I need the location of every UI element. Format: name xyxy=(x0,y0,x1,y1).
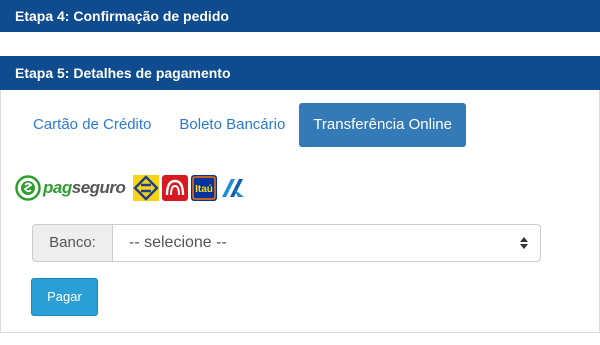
pay-button[interactable]: Pagar xyxy=(31,278,98,316)
bradesco-icon xyxy=(162,175,189,201)
step-4-header: Etapa 4: Confirmação de pedido xyxy=(0,0,600,32)
step-5-title: Etapa 5: Detalhes de pagamento xyxy=(15,65,231,81)
pagseguro-icon xyxy=(15,175,41,201)
payment-method-tabs: Cartão de Crédito Boleto Bancário Transf… xyxy=(19,103,466,147)
pagseguro-wordmark: pagseguro xyxy=(43,178,126,197)
payment-panel: Cartão de Crédito Boleto Bancário Transf… xyxy=(0,90,600,333)
itau-logo[interactable]: Itaú xyxy=(191,175,218,201)
banco-do-brasil-icon xyxy=(133,175,160,201)
payment-logos: pagseguro Itaú xyxy=(15,174,249,202)
tab-online-transfer[interactable]: Transferência Online xyxy=(299,103,466,147)
bank-select[interactable]: -- selecione -- xyxy=(112,224,541,262)
step-4-title: Etapa 4: Confirmação de pedido xyxy=(15,8,229,24)
bradesco-logo[interactable] xyxy=(162,175,189,201)
tab-bank-slip[interactable]: Boleto Bancário xyxy=(165,103,299,147)
bank-select-group: Banco: -- selecione -- xyxy=(32,224,541,262)
step-5-header: Etapa 5: Detalhes de pagamento xyxy=(0,56,600,90)
select-arrows-icon xyxy=(520,237,528,249)
bank-label: Banco: xyxy=(32,224,112,262)
banco-do-brasil-logo[interactable] xyxy=(133,175,160,201)
itau-icon: Itaú xyxy=(191,175,218,201)
bank-select-value: -- selecione -- xyxy=(129,234,227,251)
itau-text: Itaú xyxy=(196,184,214,195)
banrisul-icon xyxy=(222,179,245,197)
pagseguro-logo: pagseguro xyxy=(15,175,126,201)
banrisul-logo[interactable] xyxy=(220,175,246,201)
tab-credit-card[interactable]: Cartão de Crédito xyxy=(19,103,165,147)
